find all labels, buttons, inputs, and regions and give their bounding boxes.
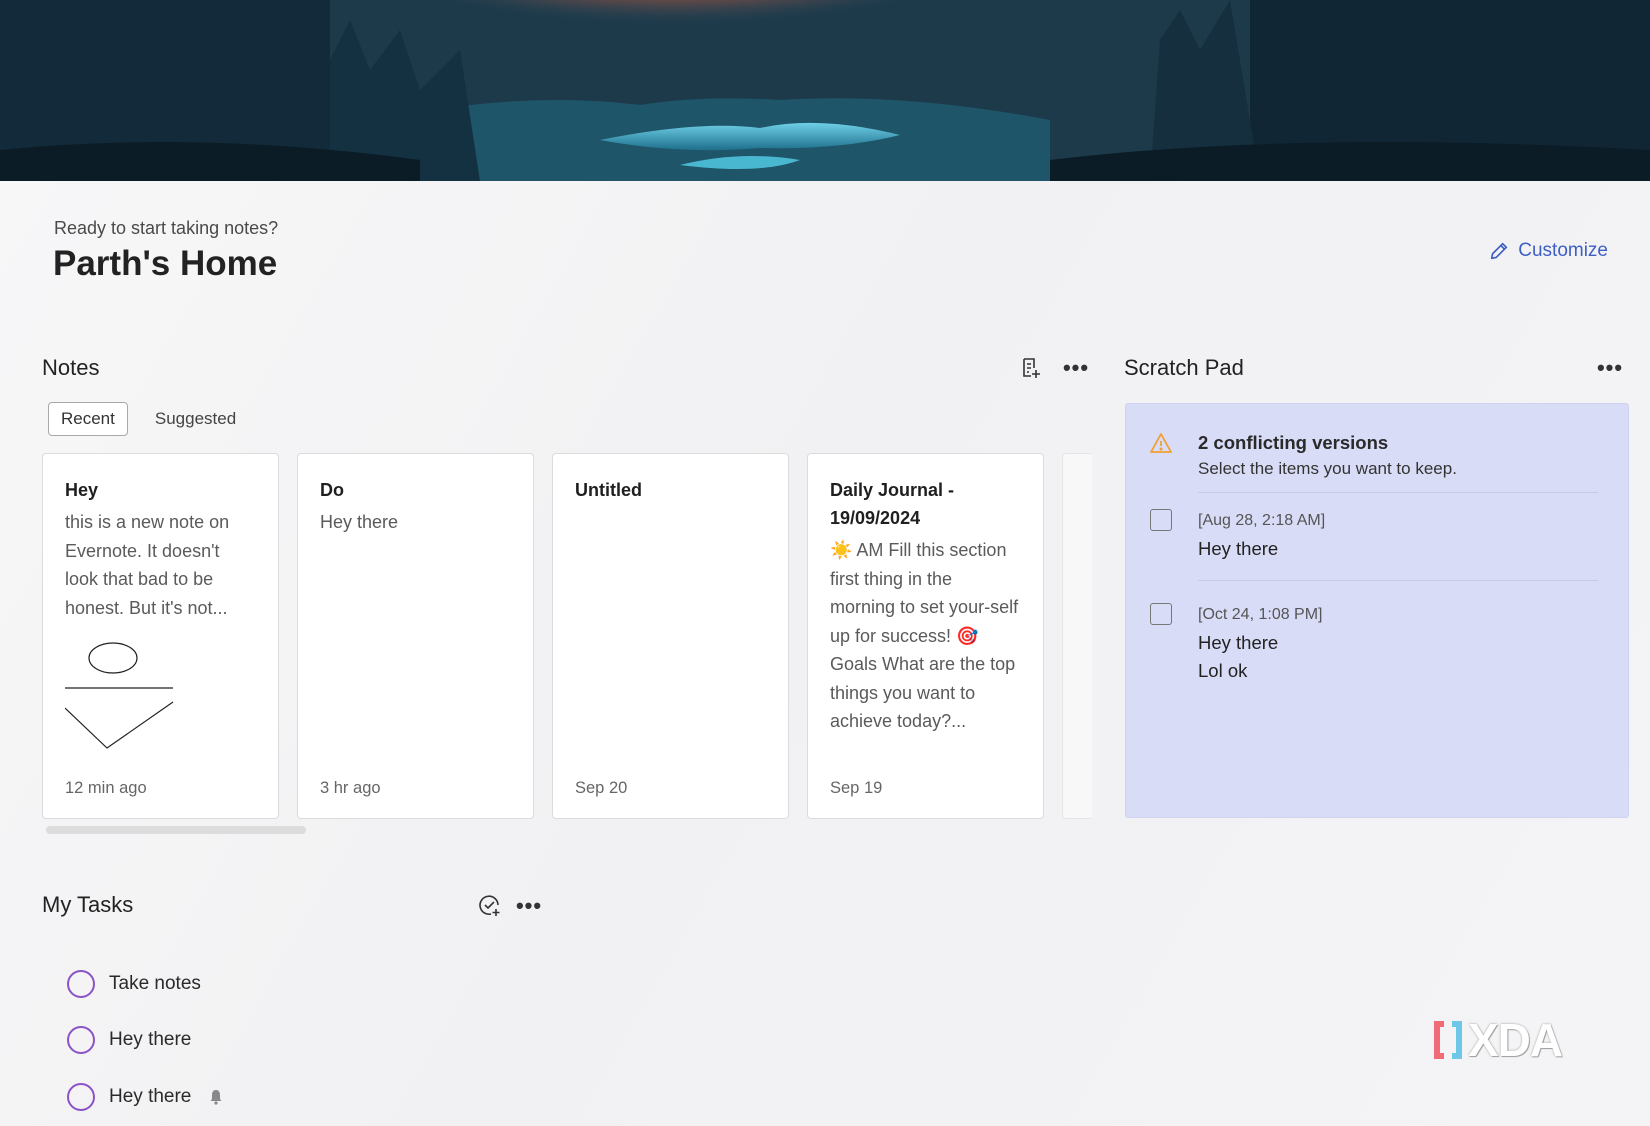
task-checkbox[interactable] [67,1083,95,1111]
task-item[interactable]: Hey there [67,1026,191,1054]
sketch-thumbnail-icon [64,642,174,749]
note-card-snippet: Hey there [320,512,399,532]
note-card[interactable]: Hey this is a new note on Evernote. It d… [42,453,279,819]
task-label: Take notes [109,973,201,994]
xda-watermark: XDA [1430,1013,1563,1067]
add-task-icon [479,895,500,916]
note-card-snippet: ☀️ AM Fill this section first thing in t… [830,540,1019,731]
task-checkbox[interactable] [67,970,95,998]
note-card[interactable]: Do Hey there 3 hr ago [297,453,534,819]
greeting-text: Ready to start taking notes? [54,218,279,238]
note-card-date: Sep 19 [830,779,883,797]
header-banner-image [0,0,1650,181]
note-card-partial[interactable] [1062,453,1092,819]
notes-scrollbar[interactable] [46,826,306,834]
pencil-icon [1491,242,1508,260]
new-note-button[interactable] [1018,355,1044,381]
notes-section-title: Notes [42,355,100,380]
notes-card-list: Hey this is a new note on Evernote. It d… [42,453,1092,820]
xda-logo-icon [1434,1021,1462,1059]
version-timestamp: [Oct 24, 1:08 PM] [1198,606,1323,623]
task-label: Hey there [109,1086,192,1107]
task-label: Hey there [109,1029,192,1050]
scratch-pad-more-button[interactable]: ••• [1590,356,1630,380]
tab-recent[interactable]: Recent [48,402,128,436]
conflict-title: 2 conflicting versions [1198,432,1389,453]
version-timestamp: [Aug 28, 2:18 AM] [1198,512,1326,529]
note-card-date: Sep 20 [575,779,628,797]
conflict-subtitle: Select the items you want to keep. [1198,459,1457,478]
tasks-section-title: My Tasks [42,892,134,917]
new-note-icon [1023,358,1040,378]
note-card[interactable]: Untitled Sep 20 [552,453,789,819]
task-item[interactable]: Take notes [67,970,201,998]
page-title: Parth's Home [53,244,278,283]
bell-icon [210,1090,222,1105]
note-card[interactable]: Daily Journal - 19/09/2024 ☀️ AM Fill th… [807,453,1044,819]
task-item[interactable]: Hey there [67,1083,223,1111]
version-text: Lol ok [1198,660,1248,681]
warning-icon [1150,433,1172,453]
version-text: Hey there [1198,538,1279,559]
task-checkbox[interactable] [67,1026,95,1054]
customize-label: Customize [1518,240,1608,261]
note-card-title: Do [320,480,344,500]
new-task-button[interactable] [477,893,503,919]
divider [1198,492,1598,493]
scratch-pad-title: Scratch Pad [1124,355,1244,380]
note-card-date: 12 min ago [65,779,147,797]
note-card-title: Daily Journal - 19/09/2024 [830,480,955,528]
xda-watermark-text: XDA [1468,1014,1563,1066]
version-text: Hey there [1198,632,1279,653]
note-card-title: Untitled [575,480,642,500]
notes-more-button[interactable]: ••• [1056,356,1096,380]
version-checkbox[interactable] [1150,509,1172,531]
tasks-more-button[interactable]: ••• [512,894,546,918]
customize-button[interactable]: Customize [1488,240,1608,262]
scratch-pad-panel[interactable]: 2 conflicting versions Select the items … [1125,403,1629,818]
tab-suggested[interactable]: Suggested [142,402,249,436]
note-card-snippet: this is a new note on Evernote. It doesn… [65,512,230,618]
version-checkbox[interactable] [1150,603,1172,625]
note-card-date: 3 hr ago [320,779,381,797]
notes-tabs: Recent Suggested [48,402,249,436]
note-card-title: Hey [65,480,99,500]
divider [1198,580,1598,581]
